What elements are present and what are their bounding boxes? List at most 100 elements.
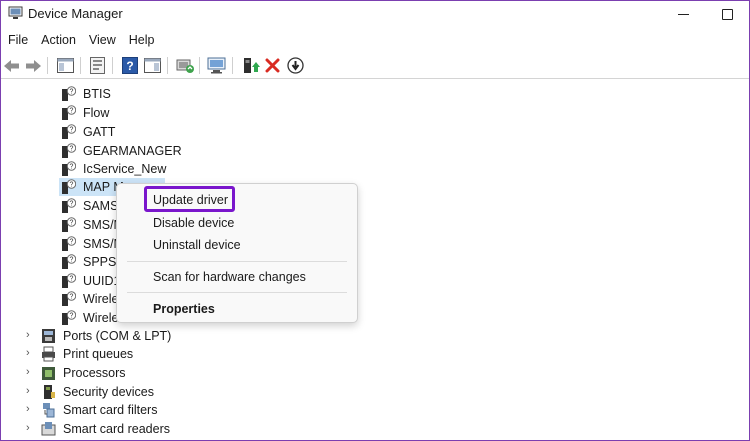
context-menu-divider [127, 261, 347, 262]
properties-button[interactable] [88, 56, 107, 75]
processor-icon [42, 367, 55, 380]
unknown-device-icon: ? [62, 124, 76, 139]
svg-text:?: ? [70, 257, 74, 264]
properties-menu-item[interactable]: Properties [153, 302, 215, 316]
smart-card-reader-icon [41, 422, 56, 436]
category-label: Security devices [63, 385, 155, 399]
category-processors[interactable]: Processors [41, 364, 126, 382]
expand-chevron-icon[interactable]: › [26, 366, 30, 378]
forward-button[interactable] [24, 56, 43, 75]
expand-chevron-icon[interactable]: › [26, 422, 30, 434]
properties-icon [90, 57, 105, 74]
show-hide-tree-button[interactable] [56, 56, 75, 75]
expand-chevron-icon[interactable]: › [26, 347, 30, 359]
tree-item[interactable]: ? UUID1 [61, 272, 121, 290]
tree-item-label: GEARMANAGER [83, 144, 182, 158]
port-icon [42, 329, 55, 343]
svg-text:?: ? [70, 127, 74, 134]
unknown-device-icon: ? [62, 273, 76, 288]
category-smart-card-filters[interactable]: Smart card filters [41, 401, 157, 419]
help-button[interactable]: ? [120, 56, 139, 75]
tree-item[interactable]: ? BTIS [61, 85, 111, 103]
tree-item[interactable]: ? GEARMANAGER [61, 142, 182, 160]
device-manager-window: Device Manager File Action View Help ? ?… [0, 0, 750, 441]
uninstall-device-button[interactable] [263, 56, 282, 75]
unknown-device-icon: ? [62, 198, 76, 213]
uninstall-device-menu-item[interactable]: Uninstall device [153, 238, 241, 252]
tree-item[interactable]: ? IcService_New [61, 160, 166, 178]
context-menu: Update driver Disable device Uninstall d… [116, 183, 358, 323]
tree-item[interactable]: ? GATT [61, 123, 115, 141]
category-smart-card-readers[interactable]: Smart card readers [41, 420, 170, 438]
tree-item-label: Wirele [83, 311, 119, 325]
unknown-device-icon: ? [62, 310, 76, 325]
category-label: Smart card filters [63, 403, 158, 417]
svg-text:?: ? [70, 313, 74, 320]
scan-hardware-button[interactable] [207, 56, 226, 75]
category-security-devices[interactable]: Security devices [41, 383, 154, 401]
svg-text:?: ? [70, 201, 74, 208]
action-pane-button[interactable] [143, 56, 162, 75]
expand-chevron-icon[interactable]: › [26, 403, 30, 415]
svg-text:?: ? [126, 59, 133, 73]
tree-item-label: IcService_New [83, 162, 167, 176]
minimize-icon [677, 13, 689, 15]
svg-text:?: ? [70, 164, 74, 171]
tree-item-label: GATT [83, 125, 116, 139]
printer-icon [42, 346, 55, 362]
svg-text:?: ? [70, 220, 74, 227]
menu-view[interactable]: View [83, 30, 122, 52]
menu-file[interactable]: File [2, 30, 34, 52]
scan-hardware-icon [207, 57, 226, 74]
enable-device-icon [243, 58, 260, 73]
tree-item-label: Flow [83, 106, 110, 120]
svg-text:?: ? [70, 276, 74, 283]
category-print-queues[interactable]: Print queues [41, 345, 133, 363]
menu-help[interactable]: Help [123, 30, 161, 52]
tree-item[interactable]: ? Wirele [61, 290, 118, 308]
update-driver-button[interactable] [175, 56, 194, 75]
unknown-device-icon: ? [62, 179, 76, 194]
action-pane-icon [144, 58, 161, 73]
scan-hardware-menu-item[interactable]: Scan for hardware changes [153, 270, 306, 284]
tree-item-label: SAMS [83, 199, 119, 213]
tree-item[interactable]: ? SAMS [61, 197, 118, 215]
unknown-device-icon: ? [62, 86, 76, 101]
maximize-button[interactable] [716, 3, 738, 25]
menu-action[interactable]: Action [35, 30, 82, 52]
back-button[interactable] [2, 56, 21, 75]
svg-text:?: ? [70, 146, 74, 153]
tree-item[interactable]: ? SMS/M [61, 216, 124, 234]
tree-item-label: Wirele [83, 292, 119, 306]
toolbar: ? [1, 53, 749, 79]
update-driver-icon [176, 59, 194, 73]
tree-item-label: BTIS [83, 87, 111, 101]
update-driver-menu-item[interactable]: Update driver [153, 193, 228, 207]
expand-chevron-icon[interactable]: › [26, 329, 30, 341]
unknown-device-icon: ? [62, 105, 76, 120]
expand-chevron-icon[interactable]: › [26, 385, 30, 397]
svg-text:?: ? [70, 108, 74, 115]
back-icon [4, 59, 19, 72]
title-bar: Device Manager [1, 1, 749, 27]
disable-device-button[interactable] [286, 56, 305, 75]
tree-item[interactable]: ? Flow [61, 104, 109, 122]
unknown-device-icon: ? [62, 161, 76, 176]
category-ports[interactable]: Ports (COM & LPT) [41, 327, 171, 345]
category-label: Ports (COM & LPT) [63, 329, 172, 343]
tree-item[interactable]: ? SMS/M [61, 235, 124, 253]
minimize-button[interactable] [672, 3, 694, 25]
security-device-icon [44, 385, 55, 399]
category-label: Print queues [63, 347, 134, 361]
unknown-device-icon: ? [62, 291, 76, 306]
category-label: Smart card readers [63, 422, 170, 436]
disable-device-icon [287, 57, 304, 74]
disable-device-menu-item[interactable]: Disable device [153, 216, 234, 230]
help-icon: ? [121, 57, 138, 74]
uninstall-icon [265, 58, 280, 73]
unknown-device-icon: ? [62, 236, 76, 251]
unknown-device-icon: ? [62, 143, 76, 158]
enable-device-button[interactable] [241, 56, 260, 75]
category-label: Processors [63, 366, 126, 380]
tree-item[interactable]: ? Wirele [61, 309, 118, 327]
